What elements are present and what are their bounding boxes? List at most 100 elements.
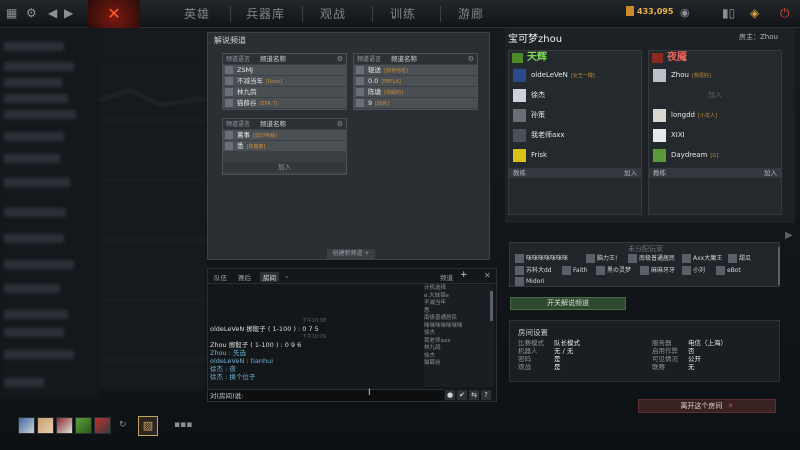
nav-tab-armory[interactable]: 兵器库 [246, 0, 285, 28]
gear-icon[interactable]: ⚙ [468, 54, 474, 64]
channel-member[interactable]: ZSMJ [223, 65, 346, 75]
channel-member[interactable]: 陈塘 [晴朗的] [354, 87, 477, 97]
tab-team[interactable]: 队伍 [214, 272, 227, 282]
unassigned-player[interactable]: Faith [562, 265, 587, 276]
join-channel-button[interactable]: 加入 [223, 162, 346, 172]
unassigned-player[interactable]: Axx大魔王 [682, 253, 722, 264]
channel-member[interactable]: 蓠事 [韵印陶裁] [223, 130, 346, 140]
player-slot[interactable]: Daydream [G] [649, 145, 781, 165]
back-icon[interactable]: ◀ [48, 6, 57, 20]
channel-member[interactable]: 悉 [夜魔秦] [223, 141, 346, 151]
player-slot[interactable]: Zhou [我很好] [649, 65, 781, 85]
party-member-avatar[interactable] [56, 417, 73, 434]
battle-pass-icon[interactable]: ▨ [138, 416, 158, 436]
list-item[interactable]: 咪咪咪咪咪咪咪 [424, 323, 494, 331]
grid-icon[interactable]: ▦ [6, 6, 17, 20]
unassigned-player[interactable]: Midori [515, 276, 544, 287]
player-slot[interactable]: 孙策 [509, 105, 641, 125]
channel-member[interactable]: 辊送 [骸骨哈哈] [354, 65, 477, 75]
inventory-icon[interactable]: ▮▯ [722, 6, 735, 20]
create-channel-button[interactable]: 创建新频道 + [327, 249, 375, 259]
party-member-avatar[interactable] [18, 417, 35, 434]
scrollbar[interactable] [490, 291, 493, 321]
forward-icon[interactable]: ▶ [64, 6, 73, 20]
tab-postgame[interactable]: 赛后 [238, 272, 251, 282]
chat-input[interactable]: 对(房间)说: [208, 389, 444, 401]
menu-grid-icon[interactable]: ▪▪▪ [174, 420, 192, 430]
empty-slot-join[interactable]: 加入 [649, 85, 781, 105]
controller-icon[interactable]: ◉ [680, 6, 690, 19]
channel-member[interactable]: 猫薛谷 [EPA 7] [223, 98, 346, 108]
list-item[interactable] [4, 284, 60, 293]
unassigned-player[interactable]: 南极普通居民 [628, 253, 675, 264]
list-item[interactable]: 徐杰 [424, 353, 494, 361]
unassigned-player[interactable]: 麻麻牙牙 [640, 265, 675, 276]
nav-tab-heroes[interactable]: 英雄 [184, 0, 210, 28]
list-item[interactable]: e.大妹锦e [424, 293, 494, 301]
power-icon[interactable]: ⏻ [780, 6, 790, 21]
list-item[interactable] [4, 154, 60, 163]
add-channel-icon[interactable]: + [460, 270, 468, 280]
rank-icon[interactable]: ◈ [750, 6, 759, 20]
unassigned-player[interactable]: 黑の灵梦 [596, 265, 631, 276]
channel-member[interactable]: 0.0 [PBFLA] [354, 76, 477, 86]
settings-button[interactable]: ⇆ [469, 390, 479, 400]
tab-room[interactable]: 房间 [260, 272, 279, 282]
nav-tab-arcade[interactable]: 游廊 [458, 0, 484, 28]
send-button[interactable]: ✔ [457, 390, 467, 400]
list-item[interactable] [4, 132, 64, 141]
party-member-avatar[interactable] [37, 417, 54, 434]
list-item[interactable]: 悉 [424, 308, 494, 316]
player-slot[interactable]: oldeLeVeN [女王一樽] [509, 65, 641, 85]
coach-join-button[interactable]: 加入 [764, 168, 777, 178]
player-slot[interactable]: XIXI [649, 125, 781, 145]
nav-tab-watch[interactable]: 观战 [320, 0, 346, 28]
list-item[interactable] [4, 94, 68, 103]
list-item[interactable] [4, 78, 62, 87]
list-item[interactable] [4, 310, 68, 319]
list-item[interactable]: 我老师axx [424, 338, 494, 346]
list-item[interactable] [4, 260, 74, 269]
party-member-avatar[interactable] [94, 417, 111, 434]
list-item[interactable]: 徐杰 [424, 330, 494, 338]
help-button[interactable]: ? [481, 390, 491, 400]
unassigned-player[interactable]: 脑力王! [586, 253, 617, 264]
list-item[interactable] [4, 350, 74, 359]
unassigned-player[interactable]: 小刘 [682, 265, 705, 276]
chevron-right-icon[interactable]: ▶ [785, 230, 793, 241]
chevron-down-icon[interactable]: ⌄ [284, 272, 289, 280]
list-item[interactable] [4, 178, 70, 187]
player-slot[interactable]: Frisk [509, 145, 641, 165]
player-slot[interactable]: 徐杰 [509, 85, 641, 105]
list-item[interactable] [4, 234, 64, 243]
list-item[interactable] [4, 328, 64, 337]
nav-tab-learn[interactable]: 训练 [390, 0, 416, 28]
channel-member[interactable]: 不减当年 [Rose] [223, 76, 346, 86]
unassigned-player[interactable]: 咪咪咪咪咪咪咪 [515, 253, 568, 264]
unassigned-player[interactable]: eBot [716, 265, 741, 276]
list-item[interactable]: 计机选择 [424, 285, 494, 293]
scrollbar[interactable] [778, 247, 780, 285]
player-slot[interactable]: 我老师axx [509, 125, 641, 145]
list-item[interactable]: 南极普通居民 [424, 315, 494, 323]
list-item[interactable] [4, 208, 66, 217]
player-slot[interactable]: longdd [小龙人] [649, 105, 781, 125]
party-member-avatar[interactable] [75, 417, 92, 434]
gear-icon[interactable]: ⚙ [26, 6, 37, 20]
unassigned-player[interactable]: 甜瓜 [728, 253, 751, 264]
list-item[interactable] [4, 42, 64, 51]
channel-member[interactable]: 9 [骸骨] [354, 98, 477, 108]
list-item[interactable] [4, 378, 44, 387]
refresh-icon[interactable]: ↻ [119, 420, 127, 430]
list-item[interactable]: 林九鸽 [424, 345, 494, 353]
list-item[interactable]: 不减当年 [424, 300, 494, 308]
list-item[interactable]: 猫薛谷 [424, 360, 494, 368]
gear-icon[interactable]: ⚙ [337, 119, 343, 129]
toggle-broadcast-button[interactable]: 开关解说频道 [510, 297, 626, 310]
close-icon[interactable]: ✕ [484, 271, 491, 280]
channel-member[interactable]: 林九鸽 [223, 87, 346, 97]
emoji-button[interactable]: ● [445, 390, 455, 400]
gear-icon[interactable]: ⚙ [337, 54, 343, 64]
list-item[interactable] [4, 62, 74, 71]
unassigned-player[interactable]: 苏科大dd [515, 265, 552, 276]
